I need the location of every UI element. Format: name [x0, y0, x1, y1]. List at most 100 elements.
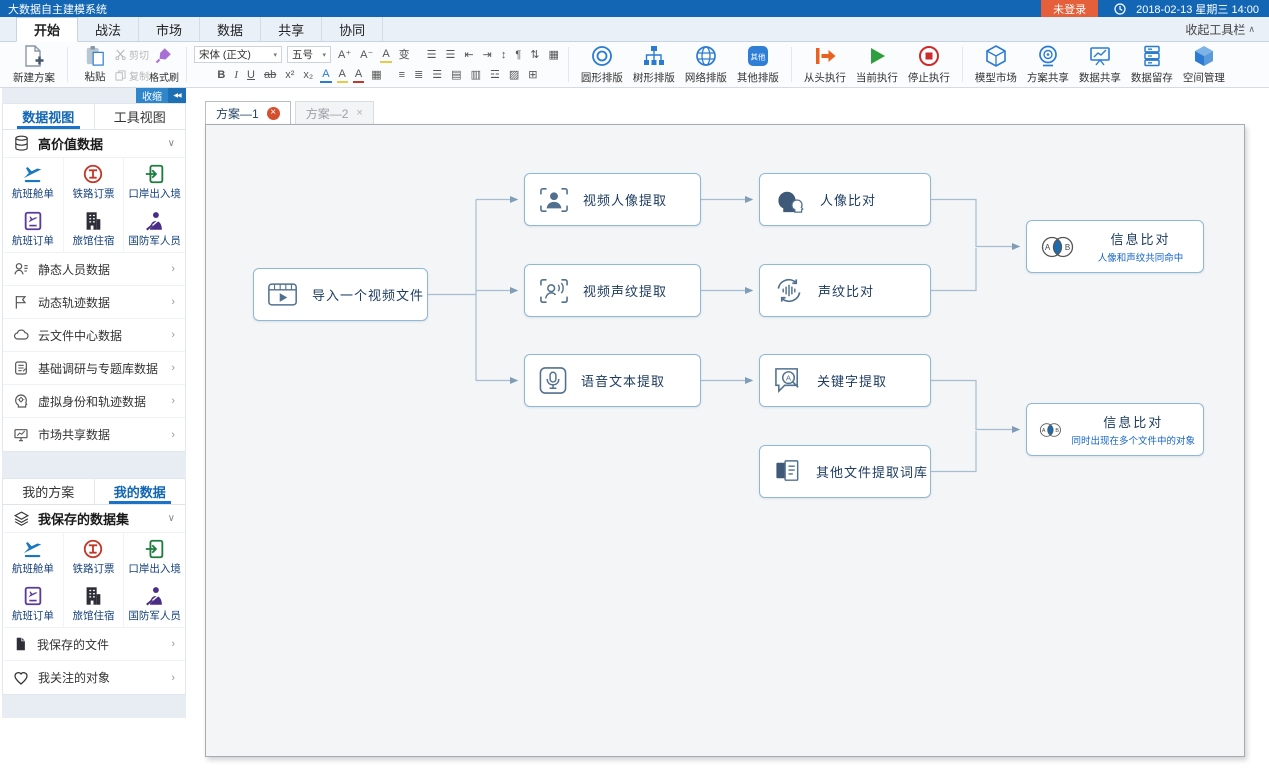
- decrease-indent-button[interactable]: ⇤: [462, 48, 475, 62]
- dataset-tile-military-personnel[interactable]: 国防军人员: [124, 580, 185, 627]
- data-share-button[interactable]: 数据共享: [1074, 44, 1126, 86]
- font-family-select[interactable]: 宋体 (正文) ▾: [194, 46, 282, 63]
- new-plan-button[interactable]: 新建方案: [8, 44, 60, 86]
- flow-node-keyword-extract[interactable]: A 关键字提取: [759, 354, 931, 407]
- dataset-tile-hotel-stay[interactable]: 旅馆住宿: [64, 580, 125, 627]
- bold-button[interactable]: B: [215, 68, 227, 82]
- plan-tab-1[interactable]: 方案—1 ×: [205, 101, 291, 124]
- dataset-tile-railway-ticket[interactable]: 铁路订票: [64, 158, 125, 205]
- plan-tab-2[interactable]: 方案—2 ×: [295, 101, 374, 124]
- paragraph-mark-button[interactable]: ¶: [513, 48, 523, 62]
- category-virtual-identity[interactable]: 虚拟身份和轨迹数据 ›: [3, 385, 185, 418]
- circle-layout-button[interactable]: 圆形排版: [576, 44, 628, 86]
- category-static-personnel[interactable]: 静态人员数据 ›: [3, 253, 185, 286]
- dataset-tile-railway-ticket[interactable]: 铁路订票: [64, 533, 125, 580]
- bullet-list-button[interactable]: ☰: [425, 48, 439, 62]
- sort-button[interactable]: ⇅: [528, 48, 541, 62]
- dataset-tile-flight-manifest[interactable]: 航班舱单: [3, 533, 64, 580]
- category-cloud-file-center[interactable]: 云文件中心数据 ›: [3, 319, 185, 352]
- flow-node-video-face-extract[interactable]: 视频人像提取: [524, 173, 701, 226]
- flow-node-info-compare-2[interactable]: A B 信息比对 同时出现在多个文件中的对象: [1026, 403, 1204, 456]
- shrink-font-button[interactable]: A⁻: [358, 48, 375, 62]
- my-saved-files-row[interactable]: 我保存的文件 ›: [3, 628, 185, 661]
- change-case-button[interactable]: 变: [397, 48, 412, 62]
- workflow-canvas[interactable]: 导入一个视频文件 视频人像提取 视频声纹提取 语音文本提取 人像: [205, 124, 1245, 757]
- line-spacing-button[interactable]: ↕: [499, 48, 509, 62]
- plan-share-button[interactable]: 方案共享: [1022, 44, 1074, 86]
- format-painter-button[interactable]: 格式刷: [149, 46, 179, 84]
- tree-layout-button[interactable]: 树形排版: [628, 44, 680, 86]
- model-market-button[interactable]: 模型市场: [970, 44, 1022, 86]
- sidebar-collapse-button[interactable]: 收缩 ◀◀: [136, 88, 186, 103]
- justify-button[interactable]: ▤: [449, 68, 463, 82]
- tab-my-plans[interactable]: 我的方案: [3, 479, 94, 504]
- menu-tab-market[interactable]: 市场: [139, 17, 200, 41]
- dataset-tile-flight-order[interactable]: 航班订单: [3, 205, 64, 252]
- shading-button[interactable]: ▦: [369, 68, 383, 82]
- close-tab-icon[interactable]: ×: [356, 107, 362, 119]
- align-right-button[interactable]: ☰: [430, 68, 444, 82]
- high-value-data-header[interactable]: 高价值数据 ∨: [3, 130, 185, 158]
- left-sidebar: 收缩 ◀◀ 数据视图 工具视图 高价值数据 ∨ 航班舱单: [2, 88, 186, 718]
- font-color-button[interactable]: A: [353, 67, 364, 83]
- flow-node-other-files-lexicon[interactable]: 其他文件提取词库: [759, 445, 931, 498]
- flow-node-portrait-compare[interactable]: 人像比对: [759, 173, 931, 226]
- table-grid-button[interactable]: ▦: [546, 48, 560, 62]
- subscript-button[interactable]: x₂: [301, 68, 315, 82]
- menu-tab-start[interactable]: 开始: [16, 17, 78, 42]
- font-size-select[interactable]: 五号 ▾: [287, 46, 331, 63]
- align-left-button[interactable]: ≡: [397, 68, 407, 82]
- menu-tab-share[interactable]: 共享: [261, 17, 322, 41]
- saved-datasets-header[interactable]: 我保存的数据集 ∨: [3, 505, 185, 533]
- run-from-start-button[interactable]: 从头执行: [799, 44, 851, 86]
- dataset-tile-border-entry-exit[interactable]: 口岸出入境: [124, 158, 185, 205]
- strikethrough-button[interactable]: ab: [262, 68, 278, 82]
- italic-button[interactable]: I: [232, 68, 240, 82]
- paste-button[interactable]: 粘贴: [75, 44, 115, 86]
- highlight-button[interactable]: A: [337, 67, 348, 83]
- dataset-tile-hotel-stay[interactable]: 旅馆住宿: [64, 205, 125, 252]
- superscript-button[interactable]: x²: [283, 68, 296, 82]
- collapse-toolbar-button[interactable]: 收起工具栏 ∧: [1185, 17, 1269, 41]
- dataset-tile-border-entry-exit[interactable]: 口岸出入境: [124, 533, 185, 580]
- cut-button[interactable]: 剪切: [115, 47, 149, 62]
- close-tab-icon[interactable]: ×: [267, 107, 280, 120]
- align-center-button[interactable]: ≣: [412, 68, 425, 82]
- increase-indent-button[interactable]: ⇥: [481, 48, 494, 62]
- menu-tab-tactics[interactable]: 战法: [78, 17, 139, 41]
- flow-node-video-voiceprint-extract[interactable]: 视频声纹提取: [524, 264, 701, 317]
- distribute-button[interactable]: ▥: [469, 68, 483, 82]
- flow-node-speech-to-text[interactable]: 语音文本提取: [524, 354, 701, 407]
- copy-button[interactable]: 复制: [115, 68, 149, 83]
- tab-my-data[interactable]: 我的数据: [94, 479, 186, 504]
- clear-format-button[interactable]: A: [380, 47, 391, 63]
- menu-tab-data[interactable]: 数据: [200, 17, 261, 41]
- other-layout-button[interactable]: 其他 其他排版: [732, 44, 784, 86]
- space-management-button[interactable]: 空间管理: [1178, 44, 1230, 86]
- font-effects-button[interactable]: A: [320, 67, 331, 83]
- network-layout-button[interactable]: 网络排版: [680, 44, 732, 86]
- dataset-tile-flight-manifest[interactable]: 航班舱单: [3, 158, 64, 205]
- dataset-tile-flight-order[interactable]: 航班订单: [3, 580, 64, 627]
- stop-run-button[interactable]: 停止执行: [903, 44, 955, 86]
- borders-button[interactable]: ⊞: [526, 68, 539, 82]
- pattern-fill-button[interactable]: ▨: [507, 68, 521, 82]
- run-current-button[interactable]: 当前执行: [851, 44, 903, 86]
- tab-tool-view[interactable]: 工具视图: [94, 104, 186, 129]
- dataset-tile-military-personnel[interactable]: 国防军人员: [124, 205, 185, 252]
- category-dynamic-track[interactable]: 动态轨迹数据 ›: [3, 286, 185, 319]
- flow-node-import-video[interactable]: 导入一个视频文件: [253, 268, 428, 321]
- login-status-badge[interactable]: 未登录: [1041, 0, 1098, 17]
- underline-button[interactable]: U: [245, 68, 257, 82]
- flow-node-voiceprint-compare[interactable]: 声纹比对: [759, 264, 931, 317]
- category-market-shared[interactable]: 市场共享数据 ›: [3, 418, 185, 451]
- menu-tab-collab[interactable]: 协同: [322, 17, 383, 41]
- number-list-button[interactable]: ☰: [444, 48, 458, 62]
- category-basic-research[interactable]: 基础调研与专题库数据 ›: [3, 352, 185, 385]
- flow-node-info-compare-1[interactable]: A B 信息比对 人像和声纹共同命中: [1026, 220, 1204, 273]
- my-followed-objects-row[interactable]: 我关注的对象 ›: [3, 661, 185, 694]
- tab-data-view[interactable]: 数据视图: [3, 104, 94, 129]
- data-retention-button[interactable]: 数据留存: [1126, 44, 1178, 86]
- grow-font-button[interactable]: A⁺: [336, 48, 353, 62]
- paragraph-shading-button[interactable]: ☲: [488, 68, 502, 82]
